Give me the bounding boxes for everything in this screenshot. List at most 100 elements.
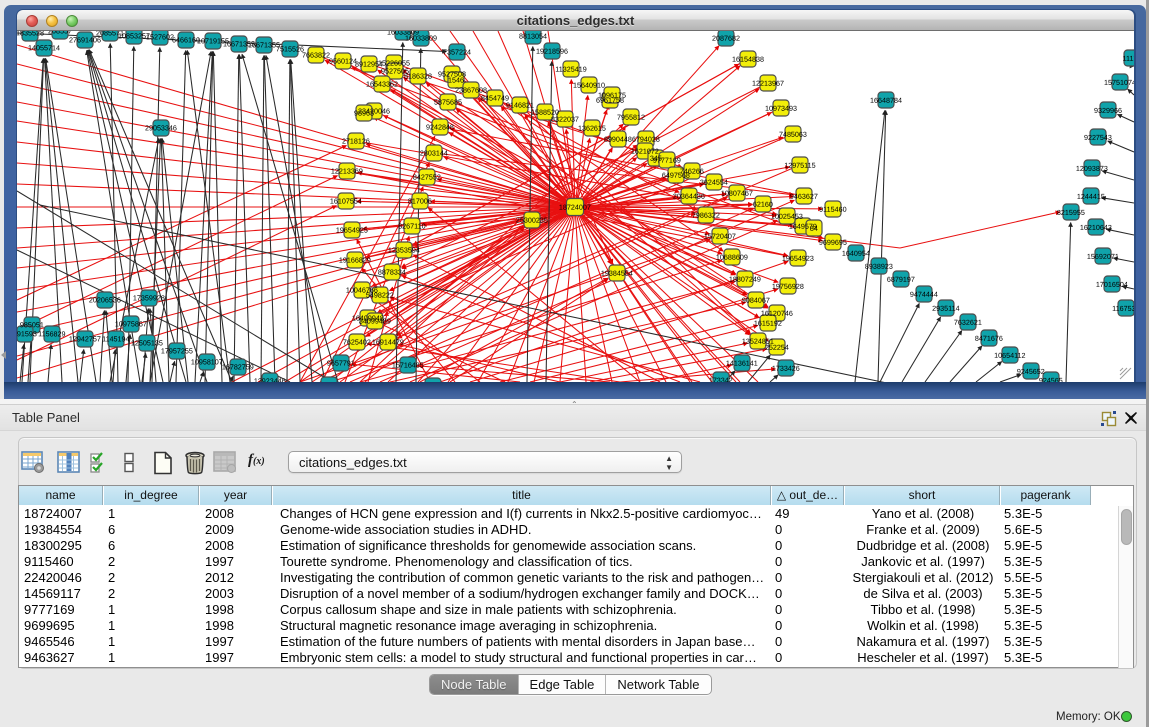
svg-text:2803144: 2803144: [420, 149, 448, 158]
svg-text:1546: 1546: [448, 76, 464, 85]
svg-text:9146821: 9146821: [506, 101, 534, 110]
svg-text:1527602: 1527602: [146, 32, 174, 41]
svg-text:16210643: 16210643: [1080, 223, 1112, 232]
svg-text:9463627: 9463627: [790, 192, 818, 201]
svg-text:8990448: 8990448: [604, 135, 632, 144]
svg-text:15720407: 15720407: [704, 232, 736, 241]
svg-text:10975867: 10975867: [115, 319, 147, 328]
svg-text:1362615: 1362615: [578, 124, 606, 133]
svg-text:15751074: 15751074: [1104, 78, 1134, 87]
svg-text:19218596: 19218596: [536, 47, 568, 56]
svg-text:29053346: 29053346: [145, 123, 177, 132]
svg-text:7515526: 7515526: [276, 44, 304, 53]
svg-text:8322037: 8322037: [551, 115, 579, 124]
svg-text:27691406: 27691406: [69, 35, 101, 44]
svg-text:16033809: 16033809: [405, 34, 437, 43]
svg-text:9115460: 9115460: [819, 205, 846, 214]
svg-text:9245652: 9245652: [1017, 367, 1045, 376]
svg-text:11325419: 11325419: [555, 65, 586, 74]
svg-text:9560124: 9560124: [329, 56, 357, 65]
svg-text:817006: 817006: [408, 197, 432, 206]
svg-text:252254: 252254: [765, 343, 789, 352]
svg-text:19654925: 19654925: [336, 225, 368, 234]
svg-text:16107554: 16107554: [330, 196, 362, 205]
svg-text:12942757: 12942757: [69, 334, 101, 343]
svg-text:8938923: 8938923: [865, 262, 893, 271]
svg-text:1096175: 1096175: [598, 91, 626, 100]
svg-text:15692071: 15692071: [1087, 252, 1119, 261]
svg-text:10025453: 10025453: [771, 212, 803, 221]
svg-text:16120746: 16120746: [761, 309, 793, 318]
svg-text:10654112: 10654112: [994, 351, 1025, 360]
svg-text:9242848: 9242848: [426, 123, 454, 132]
svg-text:6794028: 6794028: [632, 135, 660, 144]
svg-text:2935114: 2935114: [932, 304, 959, 313]
svg-text:3624554: 3624554: [700, 178, 728, 187]
svg-text:15640910: 15640910: [573, 81, 605, 90]
svg-text:12505135: 12505135: [131, 338, 163, 347]
svg-text:9227543: 9227543: [1084, 133, 1112, 142]
svg-text:8427552: 8427552: [413, 173, 441, 182]
svg-text:19384554: 19384554: [601, 269, 633, 278]
svg-text:746266: 746266: [680, 167, 704, 176]
svg-text:391593: 391593: [17, 329, 37, 338]
svg-text:8471676: 8471676: [975, 334, 1003, 343]
svg-text:8813054: 8813054: [519, 32, 547, 41]
svg-text:5875685: 5875685: [434, 98, 462, 107]
svg-text:12213369: 12213369: [331, 166, 363, 175]
svg-text:84: 84: [810, 224, 818, 233]
svg-text:10807467: 10807467: [721, 189, 753, 198]
svg-text:98963: 98963: [354, 108, 374, 117]
svg-text:1835528: 1835528: [17, 31, 44, 37]
svg-text:7485063: 7485063: [779, 130, 807, 139]
svg-text:16782759: 16782759: [222, 362, 254, 371]
svg-text:19166829: 19166829: [339, 255, 371, 264]
svg-text:62160: 62160: [753, 200, 773, 209]
svg-text:25300235: 25300235: [516, 216, 548, 225]
svg-text:1156829: 1156829: [38, 329, 65, 338]
svg-text:20364436: 20364436: [673, 192, 705, 201]
svg-text:6879197: 6879197: [887, 275, 915, 284]
svg-text:18807249: 18807249: [729, 275, 761, 284]
svg-text:17957255: 17957255: [161, 346, 193, 355]
svg-text:9329966: 9329966: [1094, 106, 1122, 115]
svg-text:9474444: 9474444: [910, 290, 938, 299]
svg-text:7357224: 7357224: [443, 48, 471, 57]
svg-text:16914479: 16914479: [372, 337, 404, 346]
svg-text:9084067: 9084067: [742, 296, 770, 305]
svg-text:8878334: 8878334: [378, 267, 406, 276]
svg-text:1733426: 1733426: [772, 364, 800, 373]
svg-text:16154838: 16154838: [732, 55, 764, 64]
svg-text:14055714: 14055714: [28, 43, 60, 52]
svg-text:8267110: 8267110: [398, 221, 425, 230]
svg-text:34099489: 34099489: [359, 316, 391, 325]
svg-text:1640954: 1640954: [842, 249, 870, 258]
svg-text:16543362: 16543362: [366, 79, 398, 88]
svg-text:8215955: 8215955: [1057, 208, 1085, 217]
svg-text:20206536: 20206536: [89, 295, 121, 304]
svg-text:12353594: 12353594: [388, 245, 420, 254]
svg-text:8454749: 8454749: [481, 94, 509, 103]
svg-text:18724007: 18724007: [559, 203, 591, 212]
svg-text:1244415: 1244415: [1077, 192, 1105, 201]
svg-text:8186328: 8186328: [404, 72, 432, 81]
svg-text:1167533: 1167533: [1112, 304, 1134, 313]
svg-text:9699695: 9699695: [819, 238, 847, 247]
svg-text:5498222: 5498222: [366, 290, 394, 299]
svg-text:17016504: 17016504: [1096, 280, 1128, 289]
svg-text:12093873: 12093873: [1076, 164, 1108, 173]
svg-text:19654923: 19654923: [782, 254, 814, 263]
svg-text:11178: 11178: [1123, 54, 1134, 63]
svg-text:6466160: 6466160: [172, 35, 200, 44]
svg-text:9657791: 9657791: [327, 358, 355, 367]
svg-text:9777169: 9777169: [653, 156, 681, 165]
svg-text:2718126: 2718126: [342, 136, 370, 145]
svg-text:1145194: 1145194: [102, 334, 129, 343]
svg-text:2087682: 2087682: [712, 34, 740, 43]
svg-text:12975115: 12975115: [784, 161, 815, 170]
svg-text:17359928: 17359928: [133, 293, 165, 302]
svg-text:7663822: 7663822: [302, 50, 330, 59]
svg-text:10958107: 10958107: [191, 357, 223, 366]
svg-text:15716485: 15716485: [392, 360, 424, 369]
svg-text:7986322: 7986322: [692, 211, 720, 220]
